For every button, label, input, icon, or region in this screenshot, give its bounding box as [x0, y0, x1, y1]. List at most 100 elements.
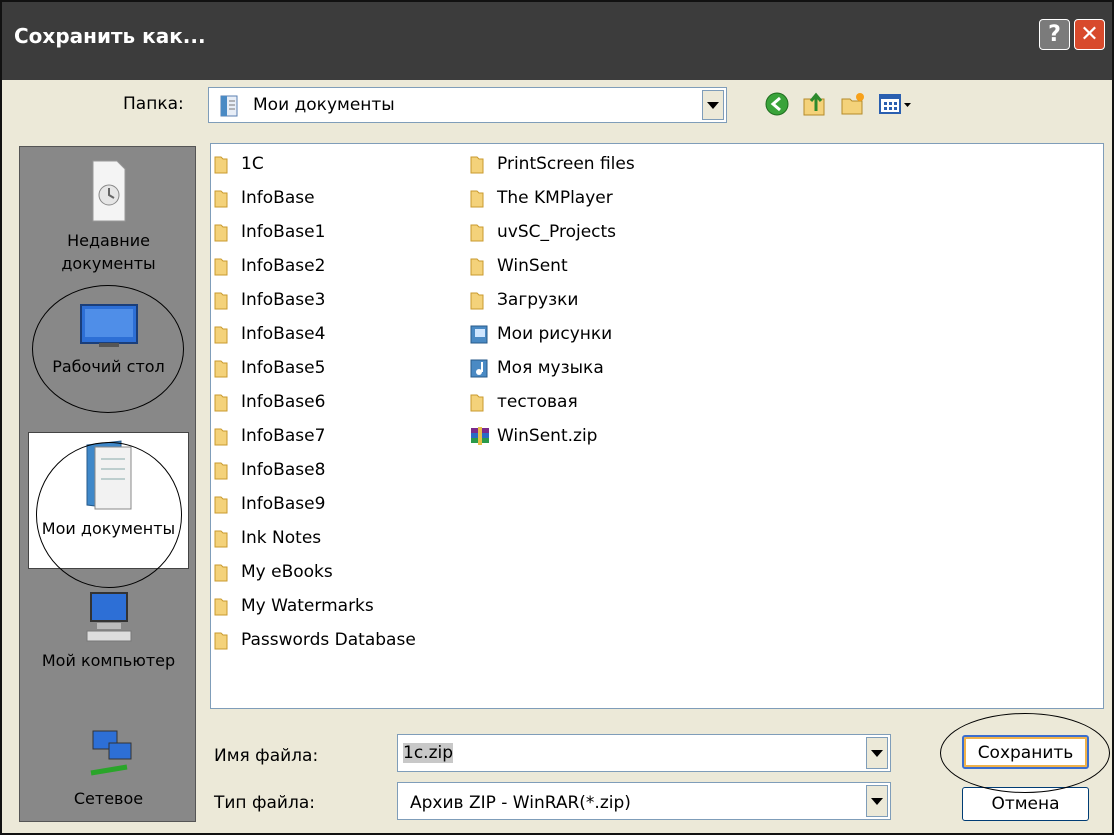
folder-icon — [214, 564, 228, 582]
place-desktop[interactable]: Рабочий стол — [28, 297, 189, 378]
filetype-select[interactable]: Архив ZIP - WinRAR(*.zip) — [397, 782, 891, 820]
file-name: The KMPlayer — [497, 188, 613, 208]
folder-icon — [214, 462, 228, 480]
folder-icon — [470, 258, 484, 276]
list-item[interactable]: PrintScreen files — [469, 147, 635, 181]
file-list[interactable]: 1C InfoBase InfoBase1 InfoBase2 InfoBase… — [210, 143, 1104, 709]
folder-icon — [214, 224, 228, 242]
folder-icon — [470, 394, 484, 412]
place-label: Мои документы — [41, 519, 176, 538]
new-folder-icon[interactable] — [840, 91, 866, 117]
list-item[interactable]: Моя музыка — [469, 351, 604, 385]
winrar-archive-icon — [471, 427, 489, 445]
list-item[interactable]: My eBooks — [213, 555, 333, 589]
filename-value: 1c.zip — [403, 743, 454, 763]
recent-documents-icon — [92, 160, 125, 222]
network-icon — [90, 730, 131, 776]
my-documents-icon — [220, 95, 238, 117]
file-name: InfoBase8 — [241, 460, 326, 480]
my-computer-icon — [86, 592, 131, 642]
folder-icon — [214, 428, 228, 446]
filename-label: Имя файла: — [214, 746, 319, 766]
file-name: Мои рисунки — [497, 324, 613, 344]
file-name: InfoBase4 — [241, 324, 326, 344]
file-name: InfoBase1 — [241, 222, 326, 242]
list-item[interactable]: uvSC_Projects — [469, 215, 616, 249]
folder-icon — [214, 190, 228, 208]
file-name: uvSC_Projects — [497, 222, 617, 242]
view-menu-icon[interactable] — [878, 91, 914, 117]
folder-icon — [214, 496, 228, 514]
list-item[interactable]: 1C — [213, 147, 264, 181]
file-name: Passwords Database — [241, 630, 416, 650]
filename-input[interactable]: 1c.zip — [397, 734, 891, 772]
file-name: тестовая — [497, 392, 578, 412]
lookin-label: Папка: — [123, 94, 184, 114]
save-as-dialog: Сохранить как... ? ✕ Папка: Мои документ… — [0, 0, 1114, 835]
list-item[interactable]: InfoBase — [213, 181, 315, 215]
pictures-folder-icon — [470, 325, 488, 344]
file-name: InfoBase6 — [241, 392, 326, 412]
folder-icon — [470, 190, 484, 208]
up-folder-icon[interactable] — [802, 91, 828, 117]
list-item[interactable]: InfoBase5 — [213, 351, 325, 385]
file-name: InfoBase3 — [241, 290, 326, 310]
chevron-down-icon[interactable] — [866, 785, 888, 817]
chevron-down-icon[interactable] — [702, 90, 724, 120]
title-bar[interactable]: Сохранить как... ? ✕ — [2, 2, 1112, 80]
close-button[interactable]: ✕ — [1074, 19, 1105, 50]
place-my-documents[interactable]: Мои документы — [28, 432, 189, 569]
chevron-down-icon[interactable] — [866, 737, 888, 769]
file-name: WinSent — [497, 256, 568, 276]
folder-icon — [214, 292, 228, 310]
list-item[interactable]: Passwords Database — [213, 623, 416, 657]
list-item[interactable]: тестовая — [469, 385, 578, 419]
folder-icon — [470, 156, 484, 174]
file-name: Ink Notes — [241, 528, 322, 548]
back-icon[interactable] — [764, 91, 790, 117]
list-item[interactable]: InfoBase3 — [213, 283, 325, 317]
list-item[interactable]: InfoBase2 — [213, 249, 325, 283]
folder-icon — [214, 360, 228, 378]
cancel-button[interactable]: Отмена — [962, 787, 1089, 821]
folder-icon — [214, 530, 228, 548]
list-item[interactable]: The KMPlayer — [469, 181, 613, 215]
place-label: Недавние документы — [61, 231, 156, 273]
save-button[interactable]: Сохранить — [962, 735, 1089, 769]
folder-icon — [214, 156, 228, 174]
place-recent-documents[interactable]: Недавние документы — [28, 155, 189, 275]
list-item[interactable]: InfoBase4 — [213, 317, 325, 351]
file-name: My Watermarks — [241, 596, 374, 616]
file-name: WinSent.zip — [497, 426, 598, 446]
list-item[interactable]: InfoBase9 — [213, 487, 325, 521]
folder-icon — [470, 224, 484, 242]
folder-icon — [214, 258, 228, 276]
file-name: 1C — [241, 154, 264, 174]
list-item[interactable]: Ink Notes — [213, 521, 321, 555]
help-button[interactable]: ? — [1039, 19, 1070, 50]
place-network[interactable]: Сетевое — [28, 727, 189, 810]
desktop-icon — [79, 304, 138, 347]
file-name: PrintScreen files — [497, 154, 635, 174]
places-bar: Недавние документы Рабочий стол Мои доку… — [19, 146, 196, 822]
list-item[interactable]: Мои рисунки — [469, 317, 612, 351]
lookin-combo[interactable]: Мои документы — [208, 87, 727, 123]
list-item[interactable]: InfoBase8 — [213, 453, 325, 487]
list-item[interactable]: Загрузки — [469, 283, 578, 317]
folder-icon — [214, 326, 228, 344]
file-name: InfoBase9 — [241, 494, 326, 514]
list-item[interactable]: WinSent — [469, 249, 568, 283]
file-name: InfoBase7 — [241, 426, 326, 446]
list-item[interactable]: WinSent.zip — [469, 419, 597, 453]
file-name: My eBooks — [241, 562, 333, 582]
window-title: Сохранить как... — [14, 24, 206, 48]
place-my-computer[interactable]: Мой компьютер — [28, 587, 189, 672]
list-item[interactable]: InfoBase6 — [213, 385, 325, 419]
place-label: Мой компьютер — [41, 651, 176, 670]
file-name: Моя музыка — [497, 358, 604, 378]
list-item[interactable]: My Watermarks — [213, 589, 374, 623]
list-item[interactable]: InfoBase1 — [213, 215, 325, 249]
lookin-value: Мои документы — [253, 95, 395, 115]
list-item[interactable]: InfoBase7 — [213, 419, 325, 453]
my-documents-icon — [86, 440, 131, 510]
